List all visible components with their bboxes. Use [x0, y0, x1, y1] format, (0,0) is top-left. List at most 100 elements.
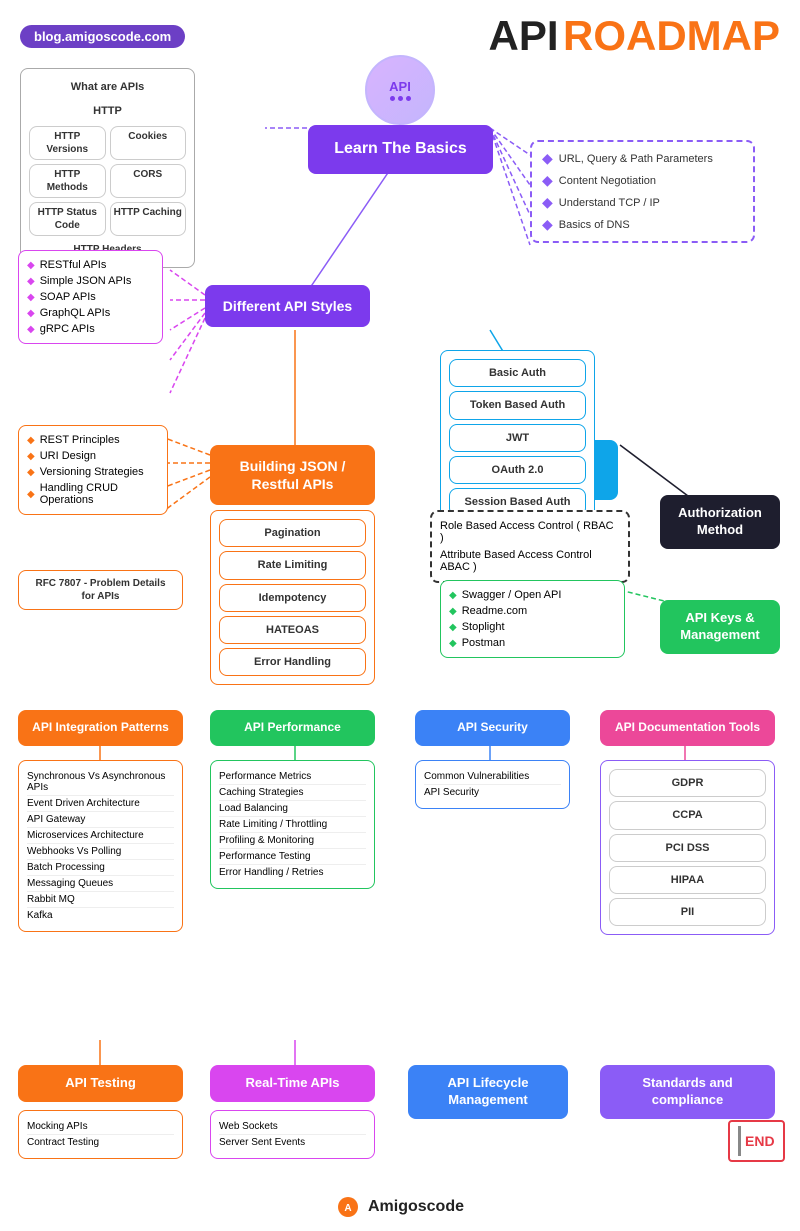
uri-design: ◆ URI Design	[27, 450, 159, 462]
cookies: Cookies	[110, 126, 187, 160]
end-sign: END	[728, 1120, 785, 1162]
hateoas: HATEOAS	[219, 616, 366, 644]
building-json-items: Pagination Rate Limiting Idempotency HAT…	[210, 510, 375, 685]
rabbit-mq: Rabbit MQ	[27, 892, 174, 908]
performance-testing: Performance Testing	[219, 849, 366, 865]
lifecycle-node: API Lifecycle Management	[408, 1065, 568, 1119]
pci-dss: PCI DSS	[609, 834, 766, 862]
api-icon: API	[365, 55, 435, 125]
tcp-item: ◆ Understand TCP / IP	[542, 194, 743, 211]
kafka: Kafka	[27, 908, 174, 923]
footer-brand: Amigoscode	[368, 1198, 464, 1216]
event-driven: Event Driven Architecture	[27, 796, 174, 812]
api-performance-node: API Performance	[210, 710, 375, 746]
http-status-code: HTTP Status Code	[29, 202, 106, 236]
restful-apis: ◆ RESTful APIs	[27, 259, 154, 271]
pagination: Pagination	[219, 519, 366, 547]
postman-item: ◆ Postman	[449, 637, 616, 649]
abac-item: Attribute Based Access Control ABAC )	[440, 549, 620, 573]
common-vulnerabilities: Common Vulnerabilities	[424, 769, 561, 785]
graphql-apis: ◆ GraphQL APIs	[27, 307, 154, 319]
footer: A Amigoscode	[0, 1195, 800, 1219]
api-doc-tools-node: API Documentation Tools	[600, 710, 775, 746]
rfc-7807: RFC 7807 - Problem Details for APIs	[18, 570, 183, 610]
oauth2: OAuth 2.0	[449, 456, 586, 484]
sync-async: Synchronous Vs Asynchronous APIs	[27, 769, 174, 796]
rate-limiting: Rate Limiting	[219, 551, 366, 579]
http-label: HTTP	[29, 101, 186, 121]
url-params-item: ◆ URL, Query & Path Parameters	[542, 150, 743, 167]
api-performance-list: Performance Metrics Caching Strategies L…	[210, 760, 375, 889]
different-api-styles-node: Different API Styles	[205, 285, 370, 327]
hipaa: HIPAA	[609, 866, 766, 894]
idempotency: Idempotency	[219, 584, 366, 612]
dns-item: ◆ Basics of DNS	[542, 216, 743, 233]
api-security-item: API Security	[424, 785, 561, 800]
microservices: Microservices Architecture	[27, 828, 174, 844]
realtime-apis-list: Web Sockets Server Sent Events	[210, 1110, 375, 1159]
simple-json-apis: ◆ Simple JSON APIs	[27, 275, 154, 287]
auth-items-list: Basic Auth Token Based Auth JWT OAuth 2.…	[440, 350, 595, 525]
web-sockets: Web Sockets	[219, 1119, 366, 1135]
standards-node: Standards and compliance	[600, 1065, 775, 1119]
api-integration-node: API Integration Patterns	[18, 710, 183, 746]
load-balancing: Load Balancing	[219, 801, 366, 817]
mocking-apis: Mocking APIs	[27, 1119, 174, 1135]
grpc-apis: ◆ gRPC APIs	[27, 323, 154, 335]
http-grid: HTTP Versions Cookies HTTP Methods CORS …	[29, 126, 186, 236]
api-testing-node: API Testing	[18, 1065, 183, 1102]
blog-badge: blog.amigoscode.com	[20, 25, 185, 48]
jwt: JWT	[449, 424, 586, 452]
learn-basics-node: Learn The Basics	[308, 125, 493, 174]
title: API ROADMAP	[489, 12, 780, 60]
cors: CORS	[110, 164, 187, 198]
title-roadmap: ROADMAP	[563, 12, 780, 59]
error-handling: Error Handling	[219, 648, 366, 676]
api-styles-list: ◆ RESTful APIs ◆ Simple JSON APIs ◆ SOAP…	[18, 250, 163, 344]
contract-testing: Contract Testing	[27, 1135, 174, 1150]
api-integration-list: Synchronous Vs Asynchronous APIs Event D…	[18, 760, 183, 932]
messaging-queues: Messaging Queues	[27, 876, 174, 892]
http-versions: HTTP Versions	[29, 126, 106, 160]
server-sent-events: Server Sent Events	[219, 1135, 366, 1150]
http-caching: HTTP Caching	[110, 202, 187, 236]
api-keys-node: API Keys &Management	[660, 600, 780, 654]
building-json-node: Building JSON /Restful APIs	[210, 445, 375, 505]
rest-principles-list: ◆ REST Principles ◆ URI Design ◆ Version…	[18, 425, 168, 515]
title-api: API	[489, 12, 559, 59]
authorization-method-node: Authorization Method	[660, 495, 780, 549]
basic-auth: Basic Auth	[449, 359, 586, 387]
ccpa: CCPA	[609, 801, 766, 829]
what-are-apis: What are APIs	[29, 77, 186, 97]
rbac-item: Role Based Access Control ( RBAC )	[440, 520, 620, 544]
token-based-auth: Token Based Auth	[449, 391, 586, 419]
api-keys-items-list: ◆ Swagger / Open API ◆ Readme.com ◆ Stop…	[440, 580, 625, 658]
pii: PII	[609, 898, 766, 926]
api-security-list: Common Vulnerabilities API Security	[415, 760, 570, 809]
http-methods: HTTP Methods	[29, 164, 106, 198]
amigoscode-logo: A	[336, 1195, 360, 1219]
api-security-node: API Security	[415, 710, 570, 746]
authorization-items-list: Role Based Access Control ( RBAC ) Attri…	[430, 510, 630, 583]
performance-metrics: Performance Metrics	[219, 769, 366, 785]
soap-apis: ◆ SOAP APIs	[27, 291, 154, 303]
stoplight-item: ◆ Stoplight	[449, 621, 616, 633]
readme-item: ◆ Readme.com	[449, 605, 616, 617]
swagger-item: ◆ Swagger / Open API	[449, 589, 616, 601]
webhooks-polling: Webhooks Vs Polling	[27, 844, 174, 860]
rest-principles: ◆ REST Principles	[27, 434, 159, 446]
profiling-monitoring: Profiling & Monitoring	[219, 833, 366, 849]
error-handling-retries: Error Handling / Retries	[219, 865, 366, 880]
gdpr: GDPR	[609, 769, 766, 797]
api-testing-list: Mocking APIs Contract Testing	[18, 1110, 183, 1159]
http-group: What are APIs HTTP HTTP Versions Cookies…	[20, 68, 195, 268]
rate-limiting-throttling: Rate Limiting / Throttling	[219, 817, 366, 833]
batch-processing: Batch Processing	[27, 860, 174, 876]
content-neg-item: ◆ Content Negotiation	[542, 172, 743, 189]
svg-text:A: A	[344, 1203, 351, 1214]
network-group: ◆ URL, Query & Path Parameters ◆ Content…	[530, 140, 755, 243]
crud-operations: ◆ Handling CRUD Operations	[27, 482, 159, 506]
end-text: END	[745, 1133, 775, 1149]
standards-list: GDPR CCPA PCI DSS HIPAA PII	[600, 760, 775, 935]
api-gateway: API Gateway	[27, 812, 174, 828]
